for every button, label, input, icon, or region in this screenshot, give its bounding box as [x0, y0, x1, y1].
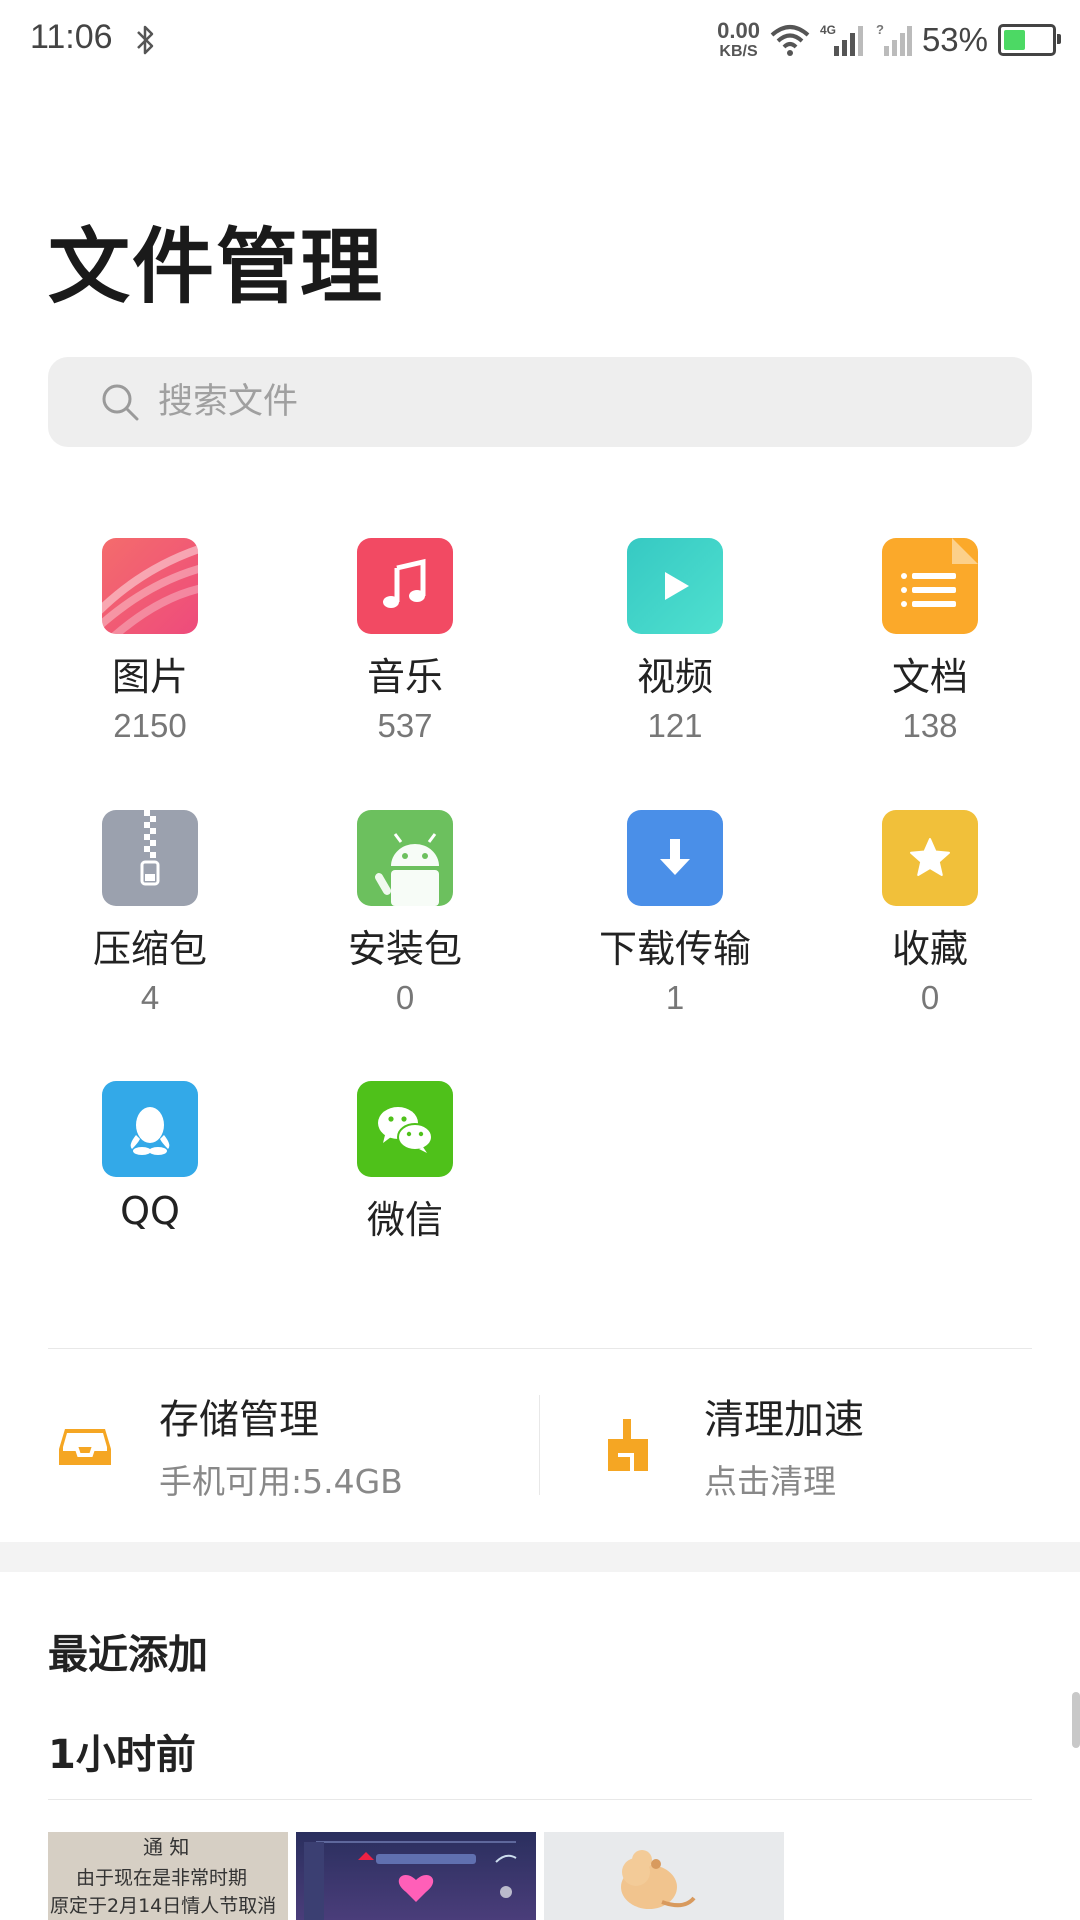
- category-count: 537: [377, 707, 433, 744]
- scrollbar[interactable]: [1072, 1692, 1080, 1748]
- recent-section-title: 最近添加: [48, 1632, 208, 1678]
- category-count: 1: [665, 979, 685, 1016]
- network-speed-unit: KB/S: [719, 43, 758, 60]
- broom-icon: [608, 1419, 648, 1471]
- search-bar[interactable]: [48, 357, 1032, 447]
- category-name: 安装包: [347, 927, 462, 971]
- category-images[interactable]: 图片 2150: [20, 538, 280, 745]
- category-name: 图片: [111, 655, 188, 699]
- search-icon: [102, 384, 139, 421]
- page-title: 文件管理: [48, 220, 385, 315]
- search-input[interactable]: [156, 381, 960, 423]
- battery-percent: 53%: [921, 21, 988, 58]
- category-name: 下载传输: [598, 927, 751, 971]
- notice-line-3: 原定于2月14日情人节取消: [50, 1895, 276, 1917]
- category-count: 2150: [113, 707, 187, 744]
- svg-text:?: ?: [876, 22, 884, 37]
- category-name: 压缩包: [92, 927, 207, 971]
- wechat-icon: [357, 1081, 453, 1177]
- image-icon: [102, 538, 198, 634]
- download-icon: [627, 810, 723, 906]
- category-count: 138: [902, 707, 958, 744]
- storage-title: 存储管理: [159, 1397, 319, 1443]
- status-time: 11:06: [30, 18, 113, 56]
- category-name: 微信: [366, 1198, 443, 1242]
- network-speed: 0.00 KB/S: [717, 20, 760, 60]
- category-count: 0: [395, 979, 415, 1016]
- android-icon: [357, 810, 453, 906]
- qq-icon: [102, 1081, 198, 1177]
- category-music[interactable]: 音乐 537: [275, 538, 535, 745]
- category-video[interactable]: 视频 121: [545, 538, 805, 745]
- bluetooth-icon: [137, 25, 154, 55]
- category-count: 4: [140, 979, 160, 1016]
- category-name: QQ: [120, 1189, 180, 1233]
- document-icon: [882, 538, 978, 634]
- network-speed-value: 0.00: [717, 18, 760, 43]
- category-archives[interactable]: 压缩包 4: [20, 810, 280, 1017]
- notice-photo-thumbnail[interactable]: 通 知 由于现在是非常时期 原定于2月14日情人节取消: [48, 1832, 288, 1920]
- recent-thumbnails: 通 知 由于现在是非常时期 原定于2月14日情人节取消: [48, 1832, 784, 1920]
- music-icon: [357, 538, 453, 634]
- category-downloads[interactable]: 下载传输 1: [545, 810, 805, 1017]
- cleanup-boost[interactable]: 清理加速 点击清理: [600, 1385, 864, 1505]
- signal-no-sim-icon: ?: [876, 22, 912, 56]
- category-qq[interactable]: QQ: [20, 1081, 280, 1239]
- section-separator: [0, 1542, 1080, 1572]
- battery-level: [1004, 30, 1025, 50]
- game-screenshot-thumbnail[interactable]: [296, 1832, 536, 1920]
- category-name: 音乐: [366, 655, 443, 699]
- video-icon: [627, 538, 723, 634]
- category-wechat[interactable]: 微信: [275, 1081, 535, 1250]
- storage-icon: [59, 1429, 111, 1465]
- cleanup-title: 清理加速: [704, 1397, 864, 1443]
- notice-line-2: 由于现在是非常时期: [76, 1867, 247, 1889]
- category-apk[interactable]: 安装包 0: [275, 810, 535, 1017]
- storage-management[interactable]: 存储管理 手机可用:5.4GB: [55, 1385, 403, 1505]
- category-name: 视频: [636, 655, 713, 699]
- recent-divider: [48, 1799, 1032, 1800]
- zip-icon: [102, 810, 198, 906]
- signal-4g-icon: 4G: [820, 23, 863, 56]
- storage-subtitle: 手机可用:5.4GB: [159, 1462, 403, 1501]
- status-bar: 11:06 0.00 KB/S 4G ? 53%: [0, 0, 1080, 80]
- notice-line-1: 通 知: [143, 1835, 189, 1859]
- category-name: 文档: [891, 655, 968, 699]
- tool-divider: [539, 1395, 540, 1495]
- category-name: 收藏: [891, 927, 968, 971]
- category-count: 0: [920, 979, 940, 1016]
- star-icon: [882, 810, 978, 906]
- category-favorites[interactable]: 收藏 0: [800, 810, 1060, 1017]
- cartoon-image-thumbnail[interactable]: [544, 1832, 784, 1920]
- recent-group-label: 1小时前: [48, 1732, 196, 1778]
- category-documents[interactable]: 文档 138: [800, 538, 1060, 745]
- wifi-icon: [770, 25, 810, 56]
- battery-icon: [998, 24, 1061, 56]
- cleanup-subtitle: 点击清理: [704, 1462, 836, 1501]
- section-divider: [48, 1348, 1032, 1349]
- category-count: 121: [647, 707, 703, 744]
- network-type-label: 4G: [820, 23, 836, 37]
